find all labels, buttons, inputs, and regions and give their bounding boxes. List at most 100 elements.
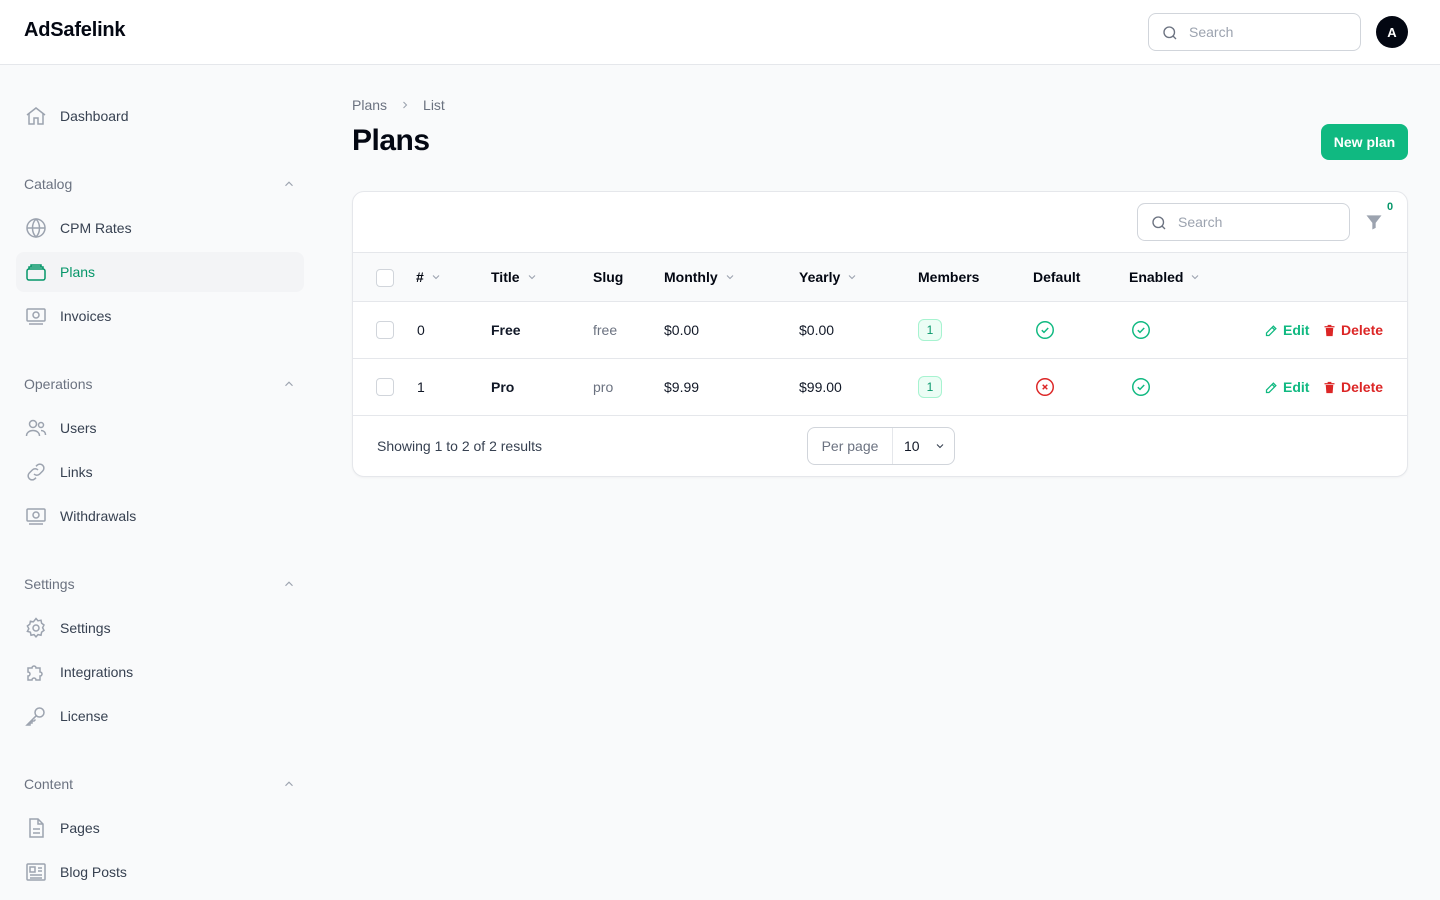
table-row[interactable]: 1 Pro pro $9.99 $99.00 1 Edit Delete: [353, 359, 1407, 416]
nav-group-settings[interactable]: Settings: [24, 574, 296, 594]
cell-slug: free: [593, 322, 618, 338]
sidebar-item-settings[interactable]: Settings: [16, 608, 304, 648]
breadcrumb-current: List: [423, 97, 445, 113]
global-search-input[interactable]: [1189, 14, 1354, 50]
sidebar-item-blog-posts[interactable]: Blog Posts: [16, 852, 304, 892]
global-search[interactable]: [1148, 13, 1361, 51]
edit-label: Edit: [1283, 379, 1310, 395]
sidebar-item-cpm-rates[interactable]: CPM Rates: [16, 208, 304, 248]
sidebar-item-invoices[interactable]: Invoices: [16, 296, 304, 336]
chevron-up-icon: [282, 777, 296, 791]
cell-monthly: $9.99: [664, 379, 700, 395]
delete-button[interactable]: Delete: [1322, 379, 1383, 395]
cell-yearly: $0.00: [799, 322, 835, 338]
nav-group-label: Operations: [24, 376, 93, 392]
column-header-default: Default: [1033, 269, 1081, 285]
trash-icon: [1324, 381, 1335, 393]
document-icon: [24, 816, 48, 840]
table-search-input[interactable]: [1178, 204, 1343, 240]
cell-slug: pro: [593, 379, 614, 395]
globe-icon: [24, 216, 48, 240]
column-header-enabled[interactable]: Enabled: [1129, 269, 1201, 285]
column-label: #: [416, 269, 424, 285]
column-header-monthly[interactable]: Monthly: [664, 269, 736, 285]
sidebar-item-integrations[interactable]: Integrations: [16, 652, 304, 692]
new-plan-button[interactable]: New plan: [1321, 124, 1408, 160]
breadcrumb: Plans List: [352, 97, 445, 113]
column-header-members: Members: [918, 269, 980, 285]
sidebar-item-label: CPM Rates: [60, 220, 132, 236]
column-header-title[interactable]: Title: [491, 269, 538, 285]
sidebar-item-label: Links: [60, 464, 93, 480]
chevron-right-icon: [399, 99, 411, 111]
chevron-down-icon: [846, 271, 858, 283]
sidebar-item-plans[interactable]: Plans: [16, 252, 304, 292]
column-header-yearly[interactable]: Yearly: [799, 269, 858, 285]
key-icon: [24, 704, 48, 728]
user-avatar[interactable]: A: [1376, 16, 1408, 48]
column-label: Monthly: [664, 269, 718, 285]
sidebar: Dashboard Catalog CPM Rates Plans Invoic…: [0, 65, 320, 900]
nav-group-label: Catalog: [24, 176, 73, 192]
chevron-up-icon: [282, 177, 296, 191]
plans-table-card: 0 # Title Slug Monthly Yearly Members De…: [352, 191, 1408, 477]
sidebar-item-license[interactable]: License: [16, 696, 304, 736]
table-search[interactable]: [1137, 203, 1350, 241]
column-label: Enabled: [1129, 269, 1184, 285]
filter-icon[interactable]: [1364, 212, 1386, 234]
nav-group-content[interactable]: Content: [24, 774, 296, 794]
chevron-down-icon: [1189, 271, 1201, 283]
brand-logo[interactable]: AdSafelink: [24, 19, 126, 42]
column-label: Yearly: [799, 269, 841, 285]
per-page-dropdown[interactable]: 10: [893, 428, 954, 464]
sidebar-item-users[interactable]: Users: [16, 408, 304, 448]
x-circle-icon: [1034, 376, 1056, 398]
top-bar: AdSafelink A: [0, 0, 1440, 65]
sidebar-item-pages[interactable]: Pages: [16, 808, 304, 848]
sidebar-item-label: Settings: [60, 620, 111, 636]
chevron-up-icon: [282, 377, 296, 391]
table-row[interactable]: 0 Free free $0.00 $0.00 1 Edit Delete: [353, 302, 1407, 359]
sidebar-item-label: Plans: [60, 264, 96, 280]
row-checkbox[interactable]: [376, 378, 394, 396]
cell-id: 1: [417, 379, 425, 395]
chevron-down-icon: [526, 271, 538, 283]
users-icon: [24, 416, 48, 440]
sidebar-item-label: Pages: [60, 820, 100, 836]
per-page-select[interactable]: Per page 10: [807, 427, 955, 465]
delete-button[interactable]: Delete: [1322, 322, 1383, 338]
select-all-checkbox[interactable]: [376, 269, 394, 287]
members-count-badge: 1: [918, 319, 942, 341]
sidebar-item-label: Blog Posts: [60, 864, 127, 880]
breadcrumb-parent[interactable]: Plans: [352, 97, 387, 113]
column-label: Title: [491, 269, 520, 285]
check-circle-icon: [1130, 376, 1152, 398]
search-icon: [1150, 214, 1168, 232]
delete-label: Delete: [1341, 379, 1384, 395]
chevron-up-icon: [282, 577, 296, 591]
column-header-slug: Slug: [593, 269, 624, 285]
filter-count-badge: 0: [1387, 201, 1394, 213]
check-circle-icon: [1034, 319, 1056, 341]
members-count-badge: 1: [918, 376, 942, 398]
chevron-down-icon: [724, 271, 736, 283]
nav-group-label: Settings: [24, 576, 75, 592]
edit-button[interactable]: Edit: [1264, 322, 1309, 338]
gear-icon: [24, 616, 48, 640]
edit-label: Edit: [1283, 322, 1310, 338]
sidebar-item-label: Withdrawals: [60, 508, 137, 524]
sidebar-item-links[interactable]: Links: [16, 452, 304, 492]
edit-button[interactable]: Edit: [1264, 379, 1309, 395]
chevron-down-icon: [430, 271, 442, 283]
sidebar-item-label: License: [60, 708, 109, 724]
home-icon: [24, 104, 48, 128]
table-toolbar: 0: [353, 192, 1407, 253]
sidebar-item-withdrawals[interactable]: Withdrawals: [16, 496, 304, 536]
sidebar-item-label: Integrations: [60, 664, 134, 680]
nav-group-operations[interactable]: Operations: [24, 374, 296, 394]
nav-group-catalog[interactable]: Catalog: [24, 174, 296, 194]
column-header-id[interactable]: #: [416, 269, 442, 285]
row-checkbox[interactable]: [376, 321, 394, 339]
banknote-icon: [24, 304, 48, 328]
sidebar-item-dashboard[interactable]: Dashboard: [16, 96, 304, 136]
